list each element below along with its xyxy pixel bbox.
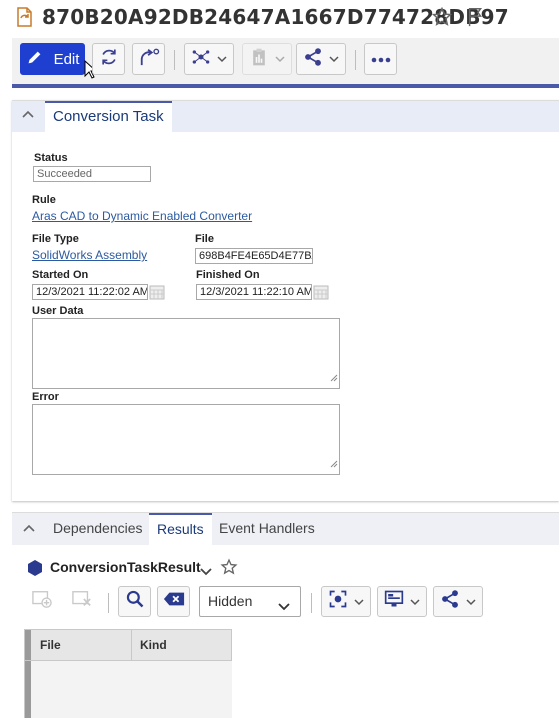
item-toolbar: Edit — [12, 38, 559, 88]
chevron-down-icon[interactable] — [200, 563, 212, 581]
resize-grip-icon[interactable] — [329, 455, 338, 473]
clipboard-menu-button[interactable] — [242, 43, 292, 75]
flag-icon[interactable] — [465, 6, 487, 33]
share-icon — [303, 47, 323, 72]
status-label: Status — [34, 152, 68, 164]
finished-on-field[interactable]: 12/3/2021 11:22:10 AM — [196, 284, 312, 300]
file-type-label: File Type — [32, 233, 79, 245]
network-icon — [191, 47, 211, 72]
conversion-task-icon — [14, 6, 36, 33]
screenshot-menu-button[interactable] — [321, 586, 371, 617]
results-grid: File Kind — [24, 629, 232, 718]
structure-menu-button[interactable] — [184, 43, 234, 75]
share-icon — [440, 589, 460, 614]
share-menu-button[interactable] — [296, 43, 346, 75]
refresh-icon — [99, 47, 119, 72]
capture-icon — [328, 589, 348, 614]
column-header-kind[interactable]: Kind — [140, 630, 167, 660]
chevron-down-icon — [329, 50, 339, 68]
toolbar-divider — [311, 593, 312, 613]
user-data-textarea[interactable] — [32, 318, 340, 389]
calendar-icon[interactable] — [313, 284, 329, 300]
collapse-chevron-up-icon[interactable] — [21, 108, 35, 127]
view-menu-button[interactable] — [377, 586, 427, 617]
status-field[interactable]: Succeeded — [33, 166, 151, 182]
started-on-field[interactable]: 12/3/2021 11:22:02 AM — [32, 284, 148, 300]
search-mode-select[interactable]: Hidden — [199, 586, 301, 617]
add-row-button[interactable] — [27, 586, 57, 617]
chevron-down-icon — [354, 593, 364, 611]
tab-conversion-task[interactable]: Conversion Task — [45, 101, 172, 132]
item-type-name: ConversionTaskResult — [50, 559, 201, 575]
chevron-down-icon — [466, 593, 476, 611]
favorite-star-icon[interactable] — [220, 558, 238, 581]
grid-body — [24, 661, 232, 718]
search-mode-value: Hidden — [208, 593, 253, 609]
remove-row-icon — [71, 589, 93, 614]
collapse-chevron-up-icon[interactable] — [22, 522, 36, 541]
refresh-button[interactable] — [92, 43, 125, 75]
tab-results[interactable]: Results — [149, 513, 212, 545]
edit-button[interactable]: Edit — [20, 43, 85, 75]
search-icon — [125, 589, 145, 614]
form-panel: Conversion Task Status Succeeded Rule Ar… — [12, 100, 559, 501]
search-button[interactable] — [118, 586, 151, 617]
chevron-down-icon — [278, 598, 290, 614]
chevron-down-icon — [410, 593, 420, 611]
user-data-label: User Data — [32, 305, 84, 317]
grid-row-selector-column — [25, 661, 31, 718]
error-textarea[interactable] — [32, 404, 340, 475]
pencil-icon — [26, 48, 44, 70]
add-row-icon — [31, 589, 53, 614]
toolbar-divider — [174, 50, 175, 70]
promote-arrow-icon — [138, 47, 160, 72]
more-actions-button[interactable] — [364, 43, 397, 75]
title-bar: 870B20A92DB24647A1667D774728DB97 — [0, 0, 559, 34]
calendar-icon[interactable] — [149, 284, 165, 300]
file-field[interactable]: 698B4FE4E65D4E77BA — [195, 248, 313, 264]
edit-button-label: Edit — [53, 50, 80, 68]
started-on-label: Started On — [32, 269, 89, 281]
resize-grip-icon[interactable] — [329, 369, 338, 387]
monitor-icon — [384, 589, 404, 614]
grid-row-selector-column — [25, 630, 31, 660]
toolbar-divider — [108, 593, 109, 613]
form-tabstrip: Conversion Task — [12, 101, 559, 132]
tab-dependencies[interactable]: Dependencies — [53, 513, 143, 545]
column-divider[interactable] — [131, 630, 132, 660]
item-type-hexagon-icon — [27, 559, 43, 582]
chevron-down-icon — [275, 50, 285, 68]
column-header-file[interactable]: File — [40, 630, 61, 660]
rule-label: Rule — [32, 194, 56, 206]
relationships-tabstrip: Dependencies Results Event Handlers — [12, 513, 559, 545]
tab-event-handlers[interactable]: Event Handlers — [219, 513, 315, 545]
clipboard-icon — [249, 47, 269, 72]
file-type-link[interactable]: SolidWorks Assembly — [32, 248, 147, 262]
error-label: Error — [32, 391, 59, 403]
share-menu-button[interactable] — [433, 586, 483, 617]
more-dots-icon — [371, 50, 391, 68]
clear-search-button[interactable] — [157, 586, 190, 617]
favorite-star-icon[interactable] — [431, 6, 453, 33]
remove-row-button[interactable] — [67, 586, 97, 617]
toolbar-divider — [355, 50, 356, 70]
grid-header: File Kind — [24, 629, 232, 661]
promote-button[interactable] — [132, 43, 165, 75]
rule-link[interactable]: Aras CAD to Dynamic Enabled Converter — [32, 209, 252, 223]
clear-backspace-icon — [163, 591, 185, 612]
finished-on-label: Finished On — [196, 269, 260, 281]
chevron-down-icon — [217, 50, 227, 68]
file-label: File — [195, 233, 214, 245]
